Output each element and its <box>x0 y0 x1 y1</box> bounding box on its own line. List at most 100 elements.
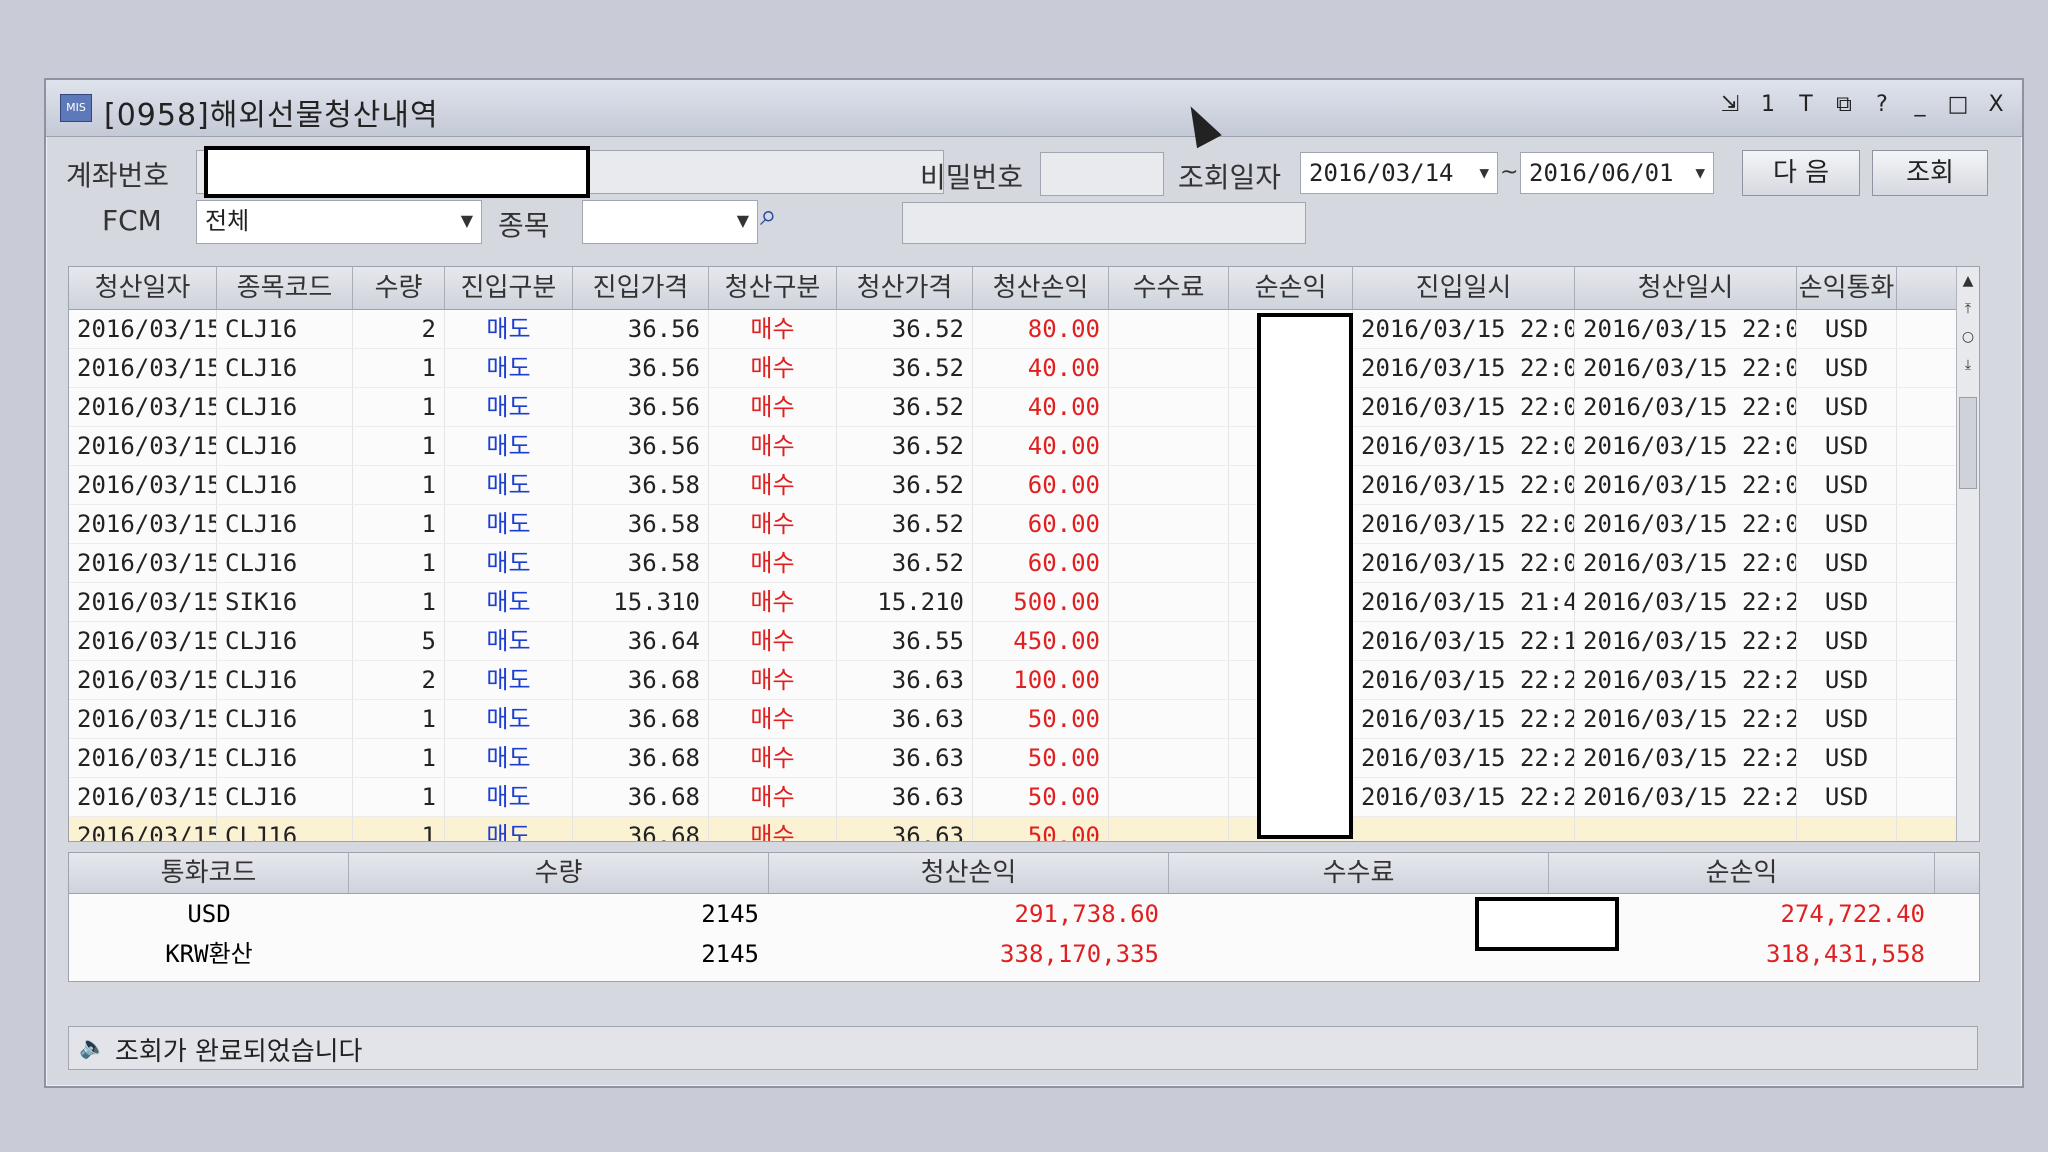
table-row[interactable]: 2016/03/15CLJ161매도36.68매수36.6350.0043.60… <box>69 778 1979 817</box>
table-row[interactable]: 2016/03/15CLJ161매도36.58매수36.5260.0053.60… <box>69 544 1979 583</box>
cell-entry-side: 매도 <box>445 349 573 387</box>
cell-settle-date: 2016/03/15 <box>69 427 217 465</box>
column-header-entry-price[interactable]: 진입가격 <box>573 267 709 309</box>
one-icon[interactable]: 1 <box>1756 92 1780 117</box>
password-label: 비밀번호 <box>920 161 1024 194</box>
table-row[interactable]: 2016/03/15CLJ165매도36.64매수36.55450.00418.… <box>69 622 1979 661</box>
cell-settle-date: 2016/03/15 <box>69 349 217 387</box>
password-field[interactable] <box>1040 152 1164 196</box>
cell-entry-time: 2016/03/15 22:07 <box>1353 505 1575 543</box>
export-icon[interactable]: ⇲ <box>1718 92 1742 117</box>
column-header-quantity[interactable]: 수량 <box>353 267 445 309</box>
table-row[interactable]: 2016/03/15CLJ161매도36.68매수36.6350.0043.60… <box>69 739 1979 778</box>
cell-entry-side: 매도 <box>445 310 573 348</box>
summary-row: USD 2145 291,738.60 274,722.40 <box>69 894 1979 934</box>
summary-header: 통화코드 수량 청산손익 수수료 순손익 <box>69 853 1979 894</box>
cell-settle-date: 2016/03/15 <box>69 388 217 426</box>
cell-entry-price: 36.56 <box>573 388 709 426</box>
cell-quantity: 5 <box>353 622 445 660</box>
search-icon[interactable]: ⌕ <box>760 198 777 233</box>
table-row[interactable]: 2016/03/15 CLJ16 1 매도 36.68 매수 36.63 50.00 <box>69 817 1979 841</box>
cell-exit-side: 매수 <box>709 427 837 465</box>
fcm-select[interactable]: 전체 ▼ <box>196 200 482 244</box>
cell-item-code: CLJ16 <box>217 310 353 348</box>
column-header-entry-time[interactable]: 진입일시 <box>1353 267 1575 309</box>
column-header-exit-side[interactable]: 청산구분 <box>709 267 837 309</box>
cell-item-code: CLJ16 <box>217 661 353 699</box>
item-select[interactable]: ▼ <box>582 200 758 244</box>
column-header-settle-pnl[interactable]: 청산손익 <box>973 267 1109 309</box>
scroll-thumb[interactable] <box>1959 397 1977 489</box>
summary-cell-currency-code: KRW환산 <box>165 940 253 968</box>
text-icon[interactable]: T <box>1794 92 1818 117</box>
close-icon[interactable]: X <box>1984 92 2008 117</box>
column-header-settle-date[interactable]: 청산일자 <box>69 267 217 309</box>
cell-exit-side: 매수 <box>709 505 837 543</box>
cell-entry-time: 2016/03/15 21:45 <box>1353 583 1575 621</box>
cell-settle-pnl: 60.00 <box>973 466 1109 504</box>
table-scrollbar[interactable]: ▲ ⤒ ○ ⤓ <box>1956 267 1979 841</box>
column-header-exit-price[interactable]: 청산가격 <box>837 267 973 309</box>
cell-exit-time: 2016/03/15 22:08 <box>1575 310 1797 348</box>
table-row[interactable]: 2016/03/15CLJ161매도36.68매수36.6350.0043.60… <box>69 700 1979 739</box>
cell-exit-side: 매수 <box>709 661 837 699</box>
cell-quantity: 1 <box>353 583 445 621</box>
scroll-bottom-icon[interactable]: ⤓ <box>1957 351 1979 379</box>
chevron-down-icon[interactable]: ▼ <box>1695 153 1705 193</box>
cell-exit-price: 36.63 <box>837 817 973 841</box>
cell-entry-time: 2016/03/15 22:07 <box>1353 427 1575 465</box>
cell-entry-side: 매도 <box>445 700 573 738</box>
summary-fee-redaction <box>1475 897 1619 951</box>
date-to-field[interactable]: 2016/06/01 ▼ <box>1520 152 1714 194</box>
cell-pnl-currency: USD <box>1797 583 1897 621</box>
help-icon[interactable]: ? <box>1870 92 1894 117</box>
table-row[interactable]: 2016/03/15SIK161매도15.310매수15.210500.0049… <box>69 583 1979 622</box>
column-header-item-code[interactable]: 종목코드 <box>217 267 353 309</box>
column-header-fee[interactable]: 수수료 <box>1109 267 1229 309</box>
query-button[interactable]: 조회 <box>1872 150 1988 196</box>
chevron-down-icon[interactable]: ▼ <box>1479 153 1489 193</box>
table-row[interactable]: 2016/03/15CLJ161매도36.58매수36.5260.0053.60… <box>69 505 1979 544</box>
cell-entry-price: 36.58 <box>573 505 709 543</box>
maximize-icon[interactable]: □ <box>1946 92 1970 117</box>
status-bar: 🔈 조회가 완료되었습니다 <box>68 1026 1978 1070</box>
chevron-down-icon[interactable]: ▼ <box>461 201 473 241</box>
summary-row: KRW환산 2145 338,170,335 318,431,558 <box>69 934 1979 974</box>
minimize-icon[interactable]: _ <box>1908 92 1932 117</box>
cell-exit-price: 36.52 <box>837 505 973 543</box>
column-header-exit-time[interactable]: 청산일시 <box>1575 267 1797 309</box>
cell-entry-price: 36.56 <box>573 310 709 348</box>
summary-body: USD 2145 291,738.60 274,722.40 KRW환산 2145 338,… <box>69 894 1979 974</box>
cell-settle-date: 2016/03/15 <box>69 778 217 816</box>
copy-icon[interactable]: ⧉ <box>1832 92 1856 117</box>
cell-exit-price: 36.63 <box>837 778 973 816</box>
cell-entry-time <box>1353 817 1575 841</box>
table-row[interactable]: 2016/03/15CLJ161매도36.56매수36.5240.0033.60… <box>69 349 1979 388</box>
column-header-entry-side[interactable]: 진입구분 <box>445 267 573 309</box>
column-header-pnl-currency[interactable]: 손익통화 <box>1797 267 1897 309</box>
cell-entry-side: 매도 <box>445 622 573 660</box>
table-row[interactable]: 2016/03/15CLJ161매도36.56매수36.5240.0033.60… <box>69 388 1979 427</box>
next-button[interactable]: 다 음 <box>1742 150 1860 196</box>
app-icon: MIS <box>60 94 92 122</box>
column-header-net-pnl[interactable]: 순손익 <box>1229 267 1353 309</box>
cell-item-code: CLJ16 <box>217 505 353 543</box>
cell-exit-time: 2016/03/15 22:26 <box>1575 739 1797 777</box>
scroll-circle-icon[interactable]: ○ <box>1957 323 1979 351</box>
summary-cell-settle-pnl: 338,170,335 <box>1000 940 1159 968</box>
chevron-down-icon[interactable]: ▼ <box>737 201 749 241</box>
table-row[interactable]: 2016/03/15CLJ162매도36.56매수36.5280.0067.20… <box>69 310 1979 349</box>
cell-item-code: CLJ16 <box>217 388 353 426</box>
cell-exit-time: 2016/03/15 22:26 <box>1575 661 1797 699</box>
cell-exit-time: 2016/03/15 22:08 <box>1575 388 1797 426</box>
table-row[interactable]: 2016/03/15CLJ162매도36.68매수36.63100.0087.2… <box>69 661 1979 700</box>
cell-entry-price: 15.310 <box>573 583 709 621</box>
scroll-top-icon[interactable]: ⤒ <box>1957 295 1979 323</box>
table-row[interactable]: 2016/03/15CLJ161매도36.58매수36.5260.0053.60… <box>69 466 1979 505</box>
scroll-up-icon[interactable]: ▲ <box>1957 267 1979 295</box>
cell-quantity: 1 <box>353 466 445 504</box>
cell-quantity: 1 <box>353 700 445 738</box>
date-from-field[interactable]: 2016/03/14 ▼ <box>1300 152 1498 194</box>
cell-entry-side: 매도 <box>445 388 573 426</box>
table-row[interactable]: 2016/03/15CLJ161매도36.56매수36.5240.0033.60… <box>69 427 1979 466</box>
